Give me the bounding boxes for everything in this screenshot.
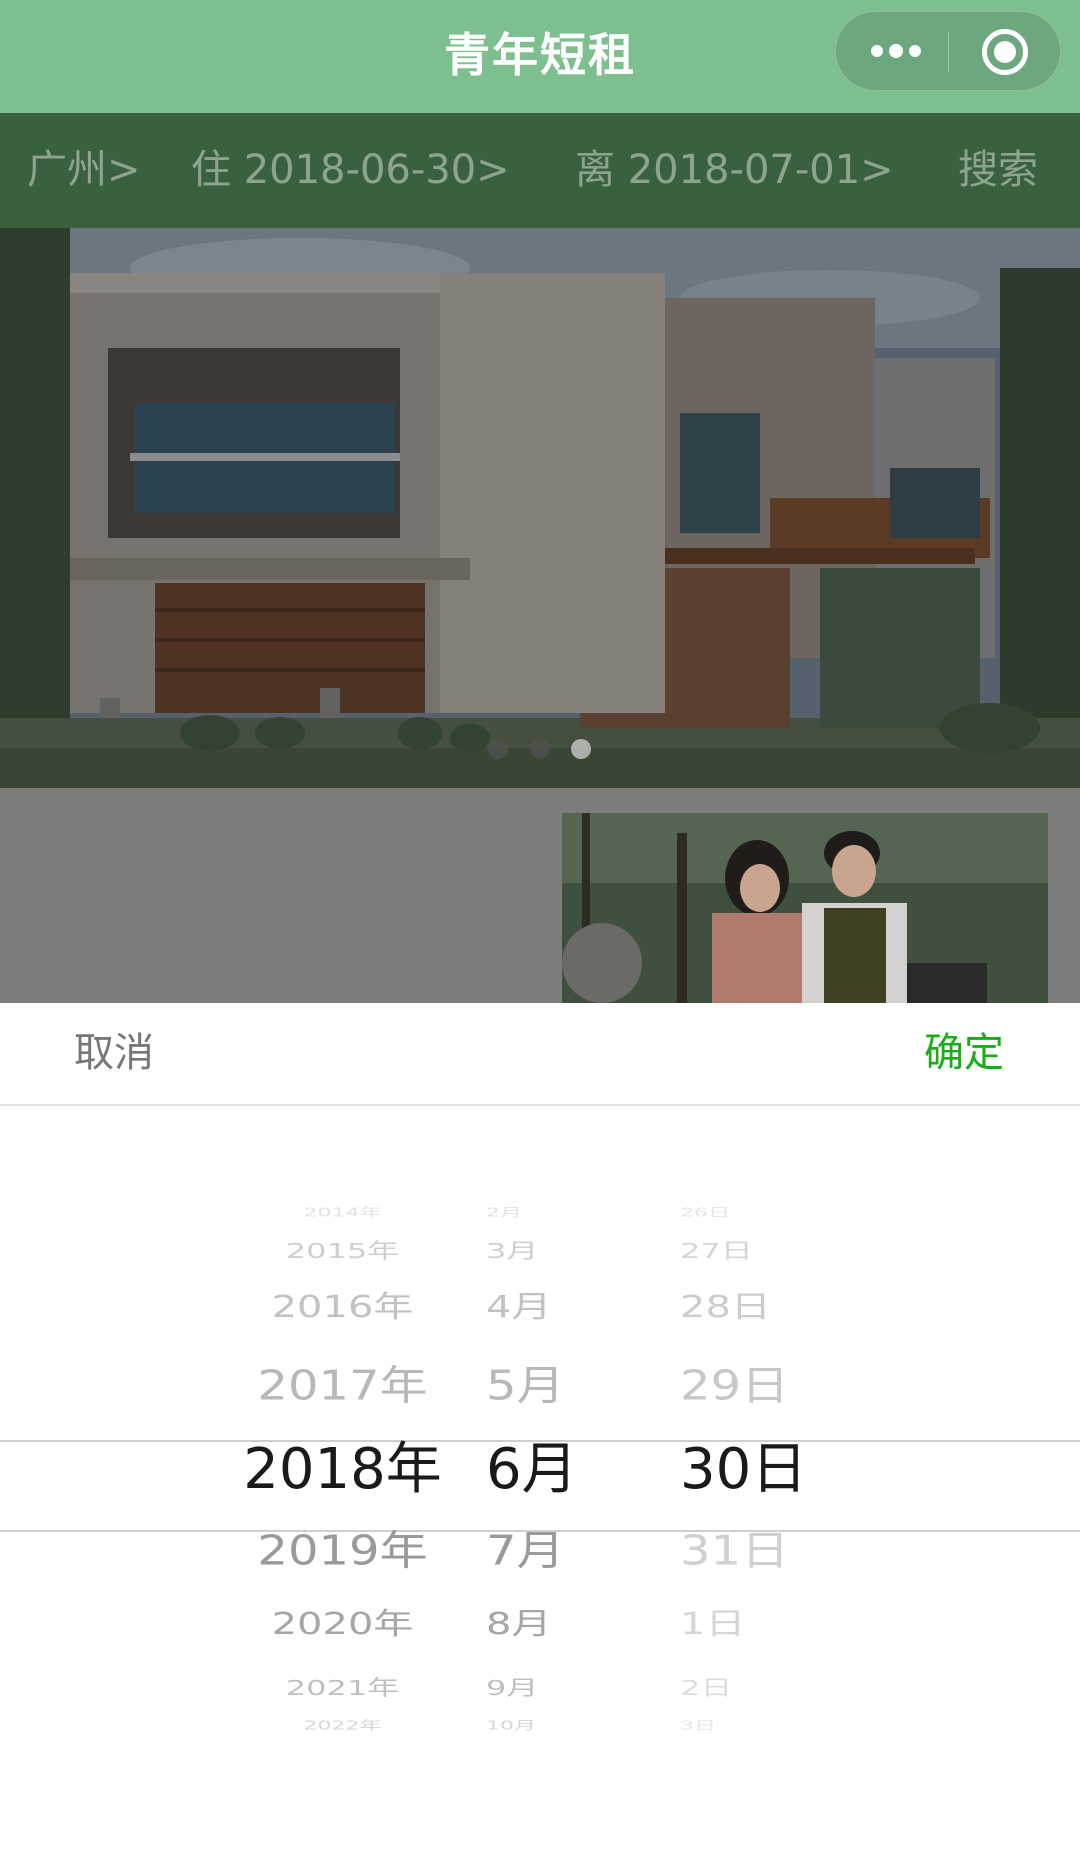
month-option[interactable]: 10月 [470, 1718, 620, 1735]
year-wheel[interactable]: 2014年 2015年 2016年 2017年 2018年 2019年 2020… [225, 1183, 460, 1773]
month-option[interactable]: 8月 [470, 1606, 620, 1642]
carousel-dot-active[interactable] [571, 739, 591, 759]
mini-program-capsule [835, 11, 1061, 91]
month-option-selected[interactable]: 6月 [470, 1438, 620, 1502]
cancel-button[interactable]: 取消 [74, 1003, 154, 1104]
year-option[interactable]: 2019年 [225, 1527, 460, 1575]
more-dots-icon [871, 45, 883, 57]
day-option-selected[interactable]: 30日 [670, 1438, 840, 1502]
page: 青年短租 广州> 住 2018-06-30> 离 2018-07-01> 搜索 [0, 0, 1080, 1866]
year-option[interactable]: 2022年 [225, 1718, 460, 1735]
date-picker-wheels: 2014年 2015年 2016年 2017年 2018年 2019年 2020… [0, 1183, 1080, 1773]
year-option[interactable]: 2014年 [225, 1205, 460, 1222]
close-mini-program-button[interactable] [949, 12, 1061, 90]
day-option[interactable]: 2日 [670, 1675, 840, 1701]
day-option[interactable]: 3日 [670, 1718, 840, 1735]
more-dots-icon [889, 44, 903, 58]
listing-content-area [0, 788, 1080, 1003]
listing-thumbnail-image[interactable] [562, 813, 1048, 1003]
search-button[interactable]: 搜索 [958, 113, 1038, 228]
banner-carousel[interactable] [0, 228, 1080, 788]
more-dots-icon [909, 45, 921, 57]
day-option[interactable]: 29日 [670, 1362, 840, 1410]
month-option[interactable]: 7月 [470, 1527, 620, 1575]
month-wheel[interactable]: 2月 3月 4月 5月 6月 7月 8月 9月 10月 [470, 1183, 620, 1773]
month-option[interactable]: 5月 [470, 1362, 620, 1410]
day-wheel[interactable]: 26日 27日 28日 29日 30日 31日 1日 2日 3日 [670, 1183, 840, 1773]
year-option[interactable]: 2015年 [225, 1238, 460, 1264]
checkout-date-selector[interactable]: 离 2018-07-01> [575, 113, 894, 228]
more-button[interactable] [836, 12, 948, 90]
search-filter-bar: 广州> 住 2018-06-30> 离 2018-07-01> 搜索 [0, 113, 1080, 228]
day-option[interactable]: 28日 [670, 1289, 840, 1325]
day-option[interactable]: 1日 [670, 1606, 840, 1642]
target-close-icon [994, 41, 1016, 63]
city-selector[interactable]: 广州> [27, 113, 141, 228]
year-option[interactable]: 2016年 [225, 1289, 460, 1325]
year-option[interactable]: 2017年 [225, 1362, 460, 1410]
month-option[interactable]: 2月 [470, 1205, 620, 1222]
navigation-bar: 青年短租 [0, 0, 1080, 113]
day-option[interactable]: 27日 [670, 1238, 840, 1264]
carousel-dot[interactable] [488, 739, 508, 759]
carousel-dot[interactable] [530, 739, 550, 759]
month-option[interactable]: 4月 [470, 1289, 620, 1325]
banner-house-image [0, 228, 1080, 788]
day-option[interactable]: 31日 [670, 1527, 840, 1575]
year-option[interactable]: 2021年 [225, 1675, 460, 1701]
confirm-button[interactable]: 确定 [924, 1003, 1004, 1104]
month-option[interactable]: 9月 [470, 1675, 620, 1701]
year-option-selected[interactable]: 2018年 [225, 1438, 460, 1502]
checkin-date-selector[interactable]: 住 2018-06-30> [191, 113, 510, 228]
carousel-indicators [0, 739, 1080, 763]
month-option[interactable]: 3月 [470, 1238, 620, 1264]
picker-header: 取消 确定 [0, 1003, 1080, 1106]
day-option[interactable]: 26日 [670, 1205, 840, 1222]
date-picker-sheet: 取消 确定 2014年 2015年 2016年 2017年 2018年 2019… [0, 1003, 1080, 1866]
year-option[interactable]: 2020年 [225, 1606, 460, 1642]
